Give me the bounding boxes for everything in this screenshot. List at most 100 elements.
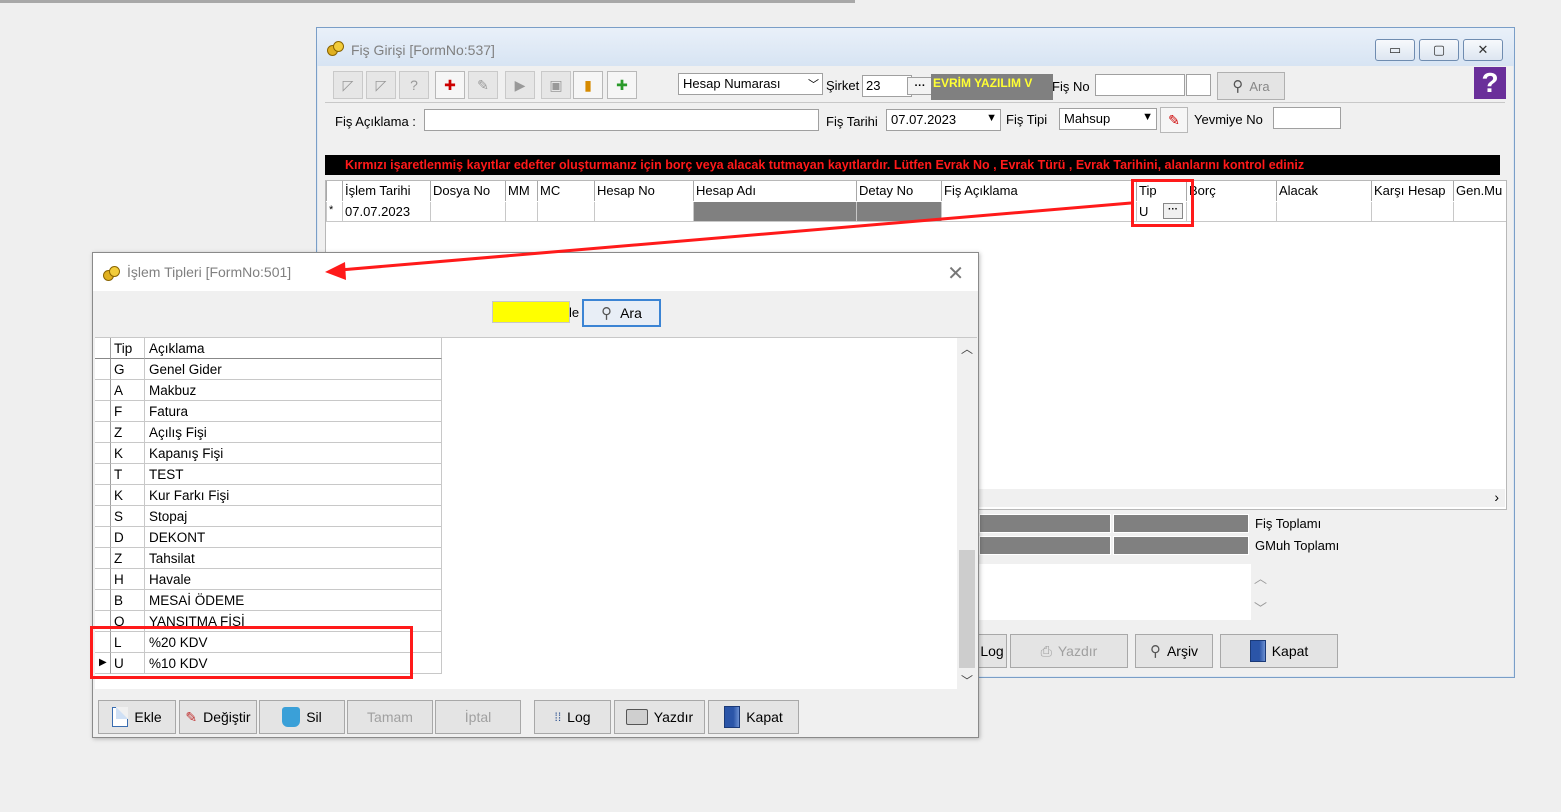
dialog-yazdir-button[interactable]: Yazdır — [614, 700, 705, 734]
col-hesap-no[interactable]: Hesap No — [594, 181, 693, 201]
main-ara-button[interactable]: ⚲ Ara — [1217, 72, 1285, 100]
query-icon[interactable]: ? — [399, 71, 429, 99]
cell-fis-aciklama[interactable] — [941, 202, 1136, 222]
cell-karsi-hesap[interactable] — [1371, 202, 1453, 222]
scrollbar-thumb[interactable] — [959, 550, 975, 668]
note-textarea[interactable]: ︿ ﹀ — [972, 564, 1267, 620]
list-item[interactable]: T TEST — [95, 464, 442, 485]
dialog-log-button[interactable]: ⁞⁞ Log — [534, 700, 611, 734]
col-aciklama-header[interactable]: Açıklama — [145, 338, 442, 359]
cell-islem-tarihi[interactable]: 07.07.2023 — [342, 202, 430, 222]
list-item[interactable]: H Havale — [95, 569, 442, 590]
list-item[interactable]: B MESAİ ÖDEME — [95, 590, 442, 611]
dialog-kapat-button[interactable]: Kapat — [708, 700, 799, 734]
list-item[interactable]: Z Açılış Fişi — [95, 422, 442, 443]
col-borc[interactable]: Borç — [1186, 181, 1276, 201]
degistir-button[interactable]: ✎ Değiştir — [179, 700, 257, 734]
degistir-label: Değiştir — [203, 709, 251, 725]
cell-mm[interactable] — [505, 202, 537, 222]
sil-button[interactable]: Sil — [259, 700, 345, 734]
sirket-lookup-button[interactable]: ··· — [907, 77, 933, 95]
col-islem-tarihi[interactable]: İşlem Tarihi — [342, 181, 430, 201]
delete-doc-icon[interactable]: ✚ — [435, 71, 465, 99]
main-log-button[interactable]: Log — [977, 634, 1007, 668]
search-by-value: Hesap Numarası — [683, 76, 781, 91]
list-item[interactable]: K Kur Farkı Fişi — [95, 485, 442, 506]
yevmiye-no-label: Yevmiye No — [1194, 112, 1263, 127]
row-aciklama: Tahsilat — [145, 548, 442, 569]
close-button[interactable]: ✕ — [1463, 39, 1503, 61]
grid-horizontal-scrollbar[interactable]: › — [967, 489, 1505, 507]
last-record-icon[interactable]: ▣ — [541, 71, 571, 99]
dialog-ara-button[interactable]: ⚲ Ara — [582, 299, 661, 327]
fis-tipi-edit-icon[interactable]: ✎ — [1160, 107, 1188, 133]
cell-hesap-no[interactable] — [594, 202, 693, 222]
previous-record-icon[interactable]: ◸ — [366, 71, 396, 99]
tamam-button[interactable]: Tamam — [347, 700, 433, 734]
gmuh-toplami-label: GMuh Toplamı — [1255, 538, 1340, 553]
fis-no-input[interactable] — [1095, 74, 1185, 96]
col-fis-aciklama[interactable]: Fiş Açıklama — [941, 181, 1136, 201]
col-hesap-adi[interactable]: Hesap Adı — [693, 181, 856, 201]
chevron-right-icon[interactable]: › — [1494, 489, 1499, 505]
fis-no-label: Fiş No — [1052, 79, 1090, 94]
chevron-down-icon[interactable]: ﹀ — [1254, 598, 1267, 617]
dialog-titlebar[interactable]: İşlem Tipleri [FormNo:501] ✕ — [93, 253, 978, 291]
cell-alacak[interactable] — [1276, 202, 1371, 222]
row-tip: D — [111, 527, 145, 548]
list-item[interactable]: K Kapanış Fişi — [95, 443, 442, 464]
list-item[interactable]: A Makbuz — [95, 380, 442, 401]
chevron-down-icon[interactable]: ﹀ — [961, 672, 973, 689]
dialog-kapat-label: Kapat — [746, 709, 783, 725]
dialog-close-icon[interactable]: ✕ — [947, 261, 964, 286]
iptal-button[interactable]: İptal — [435, 700, 521, 734]
col-gen-mu[interactable]: Gen.Mu — [1453, 181, 1506, 201]
cell-dosya-no[interactable] — [430, 202, 505, 222]
list-item[interactable]: Z Tahsilat — [95, 548, 442, 569]
main-titlebar[interactable]: Fiş Girişi [FormNo:537] ▭ ▢ ✕ — [317, 28, 1514, 66]
chevron-up-icon[interactable]: ︿ — [1254, 568, 1267, 587]
dialog-search-input[interactable] — [492, 301, 570, 323]
arsiv-button[interactable]: ⚲ Arşiv — [1135, 634, 1213, 668]
help-icon[interactable]: ? — [1474, 67, 1506, 99]
sirket-input[interactable]: 23 — [862, 75, 912, 97]
col-detay-no[interactable]: Detay No — [856, 181, 941, 201]
edit-doc-icon[interactable]: ✎ — [468, 71, 498, 99]
col-tip-header[interactable]: Tip — [111, 338, 145, 359]
col-mc[interactable]: MC — [537, 181, 594, 201]
fis-no-suffix-input[interactable] — [1186, 74, 1211, 96]
add-folder-icon[interactable]: ✚ — [607, 71, 637, 99]
next-record-icon[interactable]: ▶ — [505, 71, 535, 99]
col-dosya-no[interactable]: Dosya No — [430, 181, 505, 201]
fis-aciklama-input[interactable] — [424, 109, 819, 131]
minimize-button[interactable]: ▭ — [1375, 39, 1415, 61]
maximize-button[interactable]: ▢ — [1419, 39, 1459, 61]
cell-gen-mu[interactable] — [1453, 202, 1506, 222]
fis-tarihi-picker[interactable]: 07.07.2023 ▼ — [886, 109, 1001, 131]
row-indicator — [95, 485, 111, 506]
search-icon: ⚲ — [601, 305, 613, 322]
chevron-down-icon: ▼ — [986, 112, 997, 124]
search-by-select[interactable]: Hesap Numarası ﹀ — [678, 73, 823, 95]
list-item[interactable]: F Fatura — [95, 401, 442, 422]
list-item[interactable]: G Genel Gider — [95, 359, 442, 380]
first-record-icon[interactable]: ◸ — [333, 71, 363, 99]
list-item[interactable]: S Stopaj — [95, 506, 442, 527]
remove-folder-icon[interactable]: ▮ — [573, 71, 603, 99]
list-item[interactable]: D DEKONT — [95, 527, 442, 548]
col-mm[interactable]: MM — [505, 181, 537, 201]
ekle-button[interactable]: Ekle — [98, 700, 176, 734]
col-karsi-hesap[interactable]: Karşı Hesap — [1371, 181, 1453, 201]
main-yazdir-button[interactable]: ⎙ Yazdır — [1010, 634, 1128, 668]
main-kapat-button[interactable]: Kapat — [1220, 634, 1338, 668]
chevron-up-icon[interactable]: ︿ — [961, 340, 973, 357]
yevmiye-no-input[interactable] — [1273, 107, 1341, 129]
grid-header: İşlem Tarihi Dosya No MM MC Hesap No Hes… — [326, 181, 1506, 201]
row-aciklama: Makbuz — [145, 380, 442, 401]
cell-borc[interactable] — [1186, 202, 1276, 222]
col-alacak[interactable]: Alacak — [1276, 181, 1371, 201]
list-vertical-scrollbar[interactable]: ︿ ﹀ — [957, 338, 977, 690]
coins-icon — [327, 40, 345, 57]
cell-mc[interactable] — [537, 202, 594, 222]
fis-tipi-select[interactable]: Mahsup ▼ — [1059, 108, 1157, 130]
